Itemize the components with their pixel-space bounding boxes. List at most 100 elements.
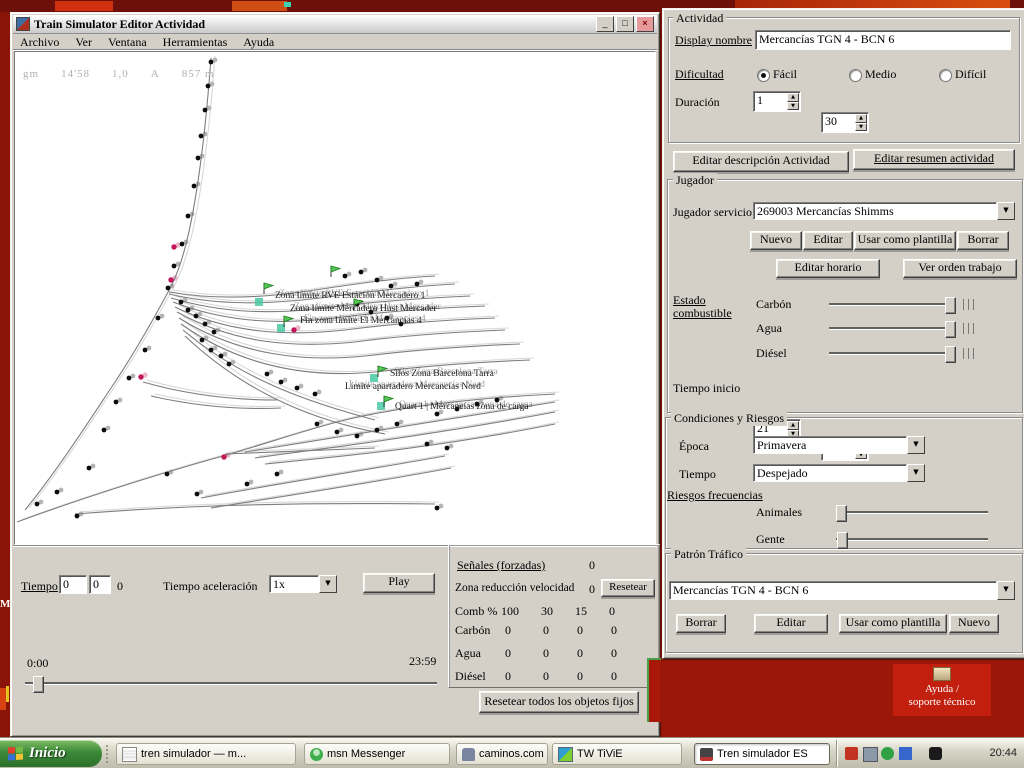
spin-up-icon[interactable]: ▲ [855,114,867,123]
track-diagram[interactable]: Zona límite RVE Estación Mercadero 1Zona… [15,52,655,544]
spin-down-icon[interactable]: ▼ [855,123,867,132]
menu-herramientas[interactable]: Herramientas [156,35,235,50]
diesel-slider[interactable] [829,346,955,362]
servicio-plantilla-button[interactable]: Usar como plantilla [854,231,956,250]
patron-editar-button[interactable]: Editar [754,614,828,633]
time-field-seconds: 0 [117,579,123,594]
radio-dificil[interactable] [939,69,952,82]
reset-all-button[interactable]: Resetear todos los objetos fijos [479,691,639,713]
fuel-row-label: Agua [455,646,481,661]
editar-horario-button[interactable]: Editar horario [776,259,880,278]
radio-dificil-label[interactable]: Difícil [955,67,986,82]
launcher-left-accent-red [0,688,6,710]
radio-facil-label[interactable]: Fácil [773,67,797,82]
patron-combobox[interactable]: Mercancías TGN 4 - BCN 6 ▼ [669,581,1015,600]
help-support-link[interactable]: Ayuda / soporte técnico [893,664,991,716]
map-info-item: 857 m [182,68,215,80]
tray-icon-display[interactable] [863,747,878,762]
minimize-button[interactable]: _ [596,16,614,32]
map-info-item: A [151,68,160,80]
gente-slider[interactable] [836,532,988,548]
map-info-item: gm [23,68,39,80]
taskbar-item-browser[interactable]: caminos.com [456,743,548,765]
editar-resumen-button[interactable]: Editar resumen actividad [853,149,1015,170]
servicio-nuevo-button[interactable]: Nuevo [750,231,802,250]
duracion-hours-spinner[interactable]: 1 ▲▼ [753,91,801,112]
tiempo-clima-combobox[interactable]: Despejado ▼ [753,464,925,482]
duracion-minutes-spinner[interactable]: 30 ▲▼ [821,112,869,133]
svg-text:Quart 1 | Mercancías zona de c: Quart 1 | Mercancías zona de carga [395,402,529,412]
accel-combobox[interactable]: 1x ▼ [269,575,337,593]
radio-medio[interactable] [849,69,862,82]
time-field-minutes[interactable]: 0 [89,575,111,594]
tray-icon-security[interactable] [845,747,858,760]
map-info-item: 14'58 [61,68,90,80]
map-info-row: gm 14'58 1,0 A 857 m [23,68,215,80]
agua-slider[interactable] [829,321,955,337]
carbon-slider-thumb[interactable] [945,297,956,314]
chevron-down-icon[interactable]: ▼ [907,436,925,454]
spin-up-icon[interactable]: ▲ [787,93,799,102]
gente-slider-thumb[interactable] [837,532,848,549]
taskbar-item-tv[interactable]: TW TiViE [552,743,682,765]
diesel-ticks [963,348,977,359]
chevron-down-icon[interactable]: ▼ [319,575,337,593]
menu-archivo[interactable]: Archivo [13,35,66,50]
spin-down-icon[interactable]: ▼ [787,102,799,111]
servicio-borrar-button[interactable]: Borrar [957,231,1009,250]
app-icon [16,17,30,31]
close-button[interactable]: × [636,16,654,32]
chevron-down-icon[interactable]: ▼ [997,581,1015,600]
patron-nuevo-button[interactable]: Nuevo [949,614,999,633]
fuel-row-value: 0 [611,646,617,661]
tiempo-inicio-label: Tiempo inicio [673,381,740,396]
taskbar-grip[interactable] [106,745,111,763]
diesel-slider-thumb[interactable] [945,346,956,363]
animales-slider[interactable] [836,505,988,521]
menu-ayuda[interactable]: Ayuda [236,35,281,50]
display-nombre-field[interactable]: Mercancías TGN 4 - BCN 6 [755,30,1011,50]
route-map-viewport[interactable]: gm 14'58 1,0 A 857 m Zona límite RVE Est… [14,51,656,545]
chevron-down-icon[interactable]: ▼ [997,202,1015,220]
agua-slider-thumb[interactable] [945,321,956,338]
document-icon [122,747,137,762]
animales-slider-thumb[interactable] [836,505,847,522]
epoca-combobox[interactable]: Primavera ▼ [753,436,925,454]
time-field-hours[interactable]: 0 [59,575,87,594]
ver-orden-trabajo-button[interactable]: Ver orden trabajo [903,259,1017,278]
radio-medio-label[interactable]: Medio [865,67,896,82]
svg-text:Zona límite RVE Estación Merca: Zona límite RVE Estación Mercadero 1 [275,291,426,301]
svg-text:Límite apartadero Mercancías N: Límite apartadero Mercancías Nord [345,382,481,392]
patron-plantilla-button[interactable]: Usar como plantilla [839,614,947,633]
taskbar-item-train-simulator[interactable]: Tren simulador ES [694,743,830,765]
tray-icon-messenger[interactable] [881,747,894,760]
taskbar-item-document[interactable]: tren simulador — m... [116,743,296,765]
timeline-slider[interactable] [25,676,437,692]
servicio-editar-button[interactable]: Editar [803,231,853,250]
taskbar-item-messenger[interactable]: msn Messenger [304,743,450,765]
start-button[interactable]: Inicio [0,740,102,767]
maximize-button[interactable]: □ [616,16,634,32]
tray-icon-camera[interactable] [929,747,942,760]
jugador-servicio-combobox[interactable]: 269003 Mercancías Shimms ▼ [753,202,1015,220]
launcher-corner-blob [647,658,661,722]
timeline-end-label: 23:59 [409,654,436,669]
carbon-label: Carbón [756,297,791,312]
fuel-row-value: 0 [505,623,511,638]
menubar: Archivo Ver Ventana Herramientas Ayuda [13,34,657,50]
editor-titlebar[interactable]: Train Simulator Editor Actividad _ □ × [13,15,657,34]
menu-ventana[interactable]: Ventana [101,35,154,50]
radio-facil[interactable] [757,69,770,82]
chevron-down-icon[interactable]: ▼ [907,464,925,482]
carbon-slider[interactable] [829,297,955,313]
editar-descripcion-button[interactable]: Editar descripción Actividad [673,151,849,172]
patron-borrar-button[interactable]: Borrar [676,614,726,633]
menu-ver[interactable]: Ver [68,35,99,50]
resetear-button[interactable]: Resetear [601,579,655,597]
comb-value: 0 [609,604,615,619]
comb-value: 30 [541,604,553,619]
play-button[interactable]: Play [363,573,435,593]
timeline-thumb[interactable] [33,676,44,693]
timeline-track [25,682,437,685]
tray-icon-network[interactable] [899,747,912,760]
